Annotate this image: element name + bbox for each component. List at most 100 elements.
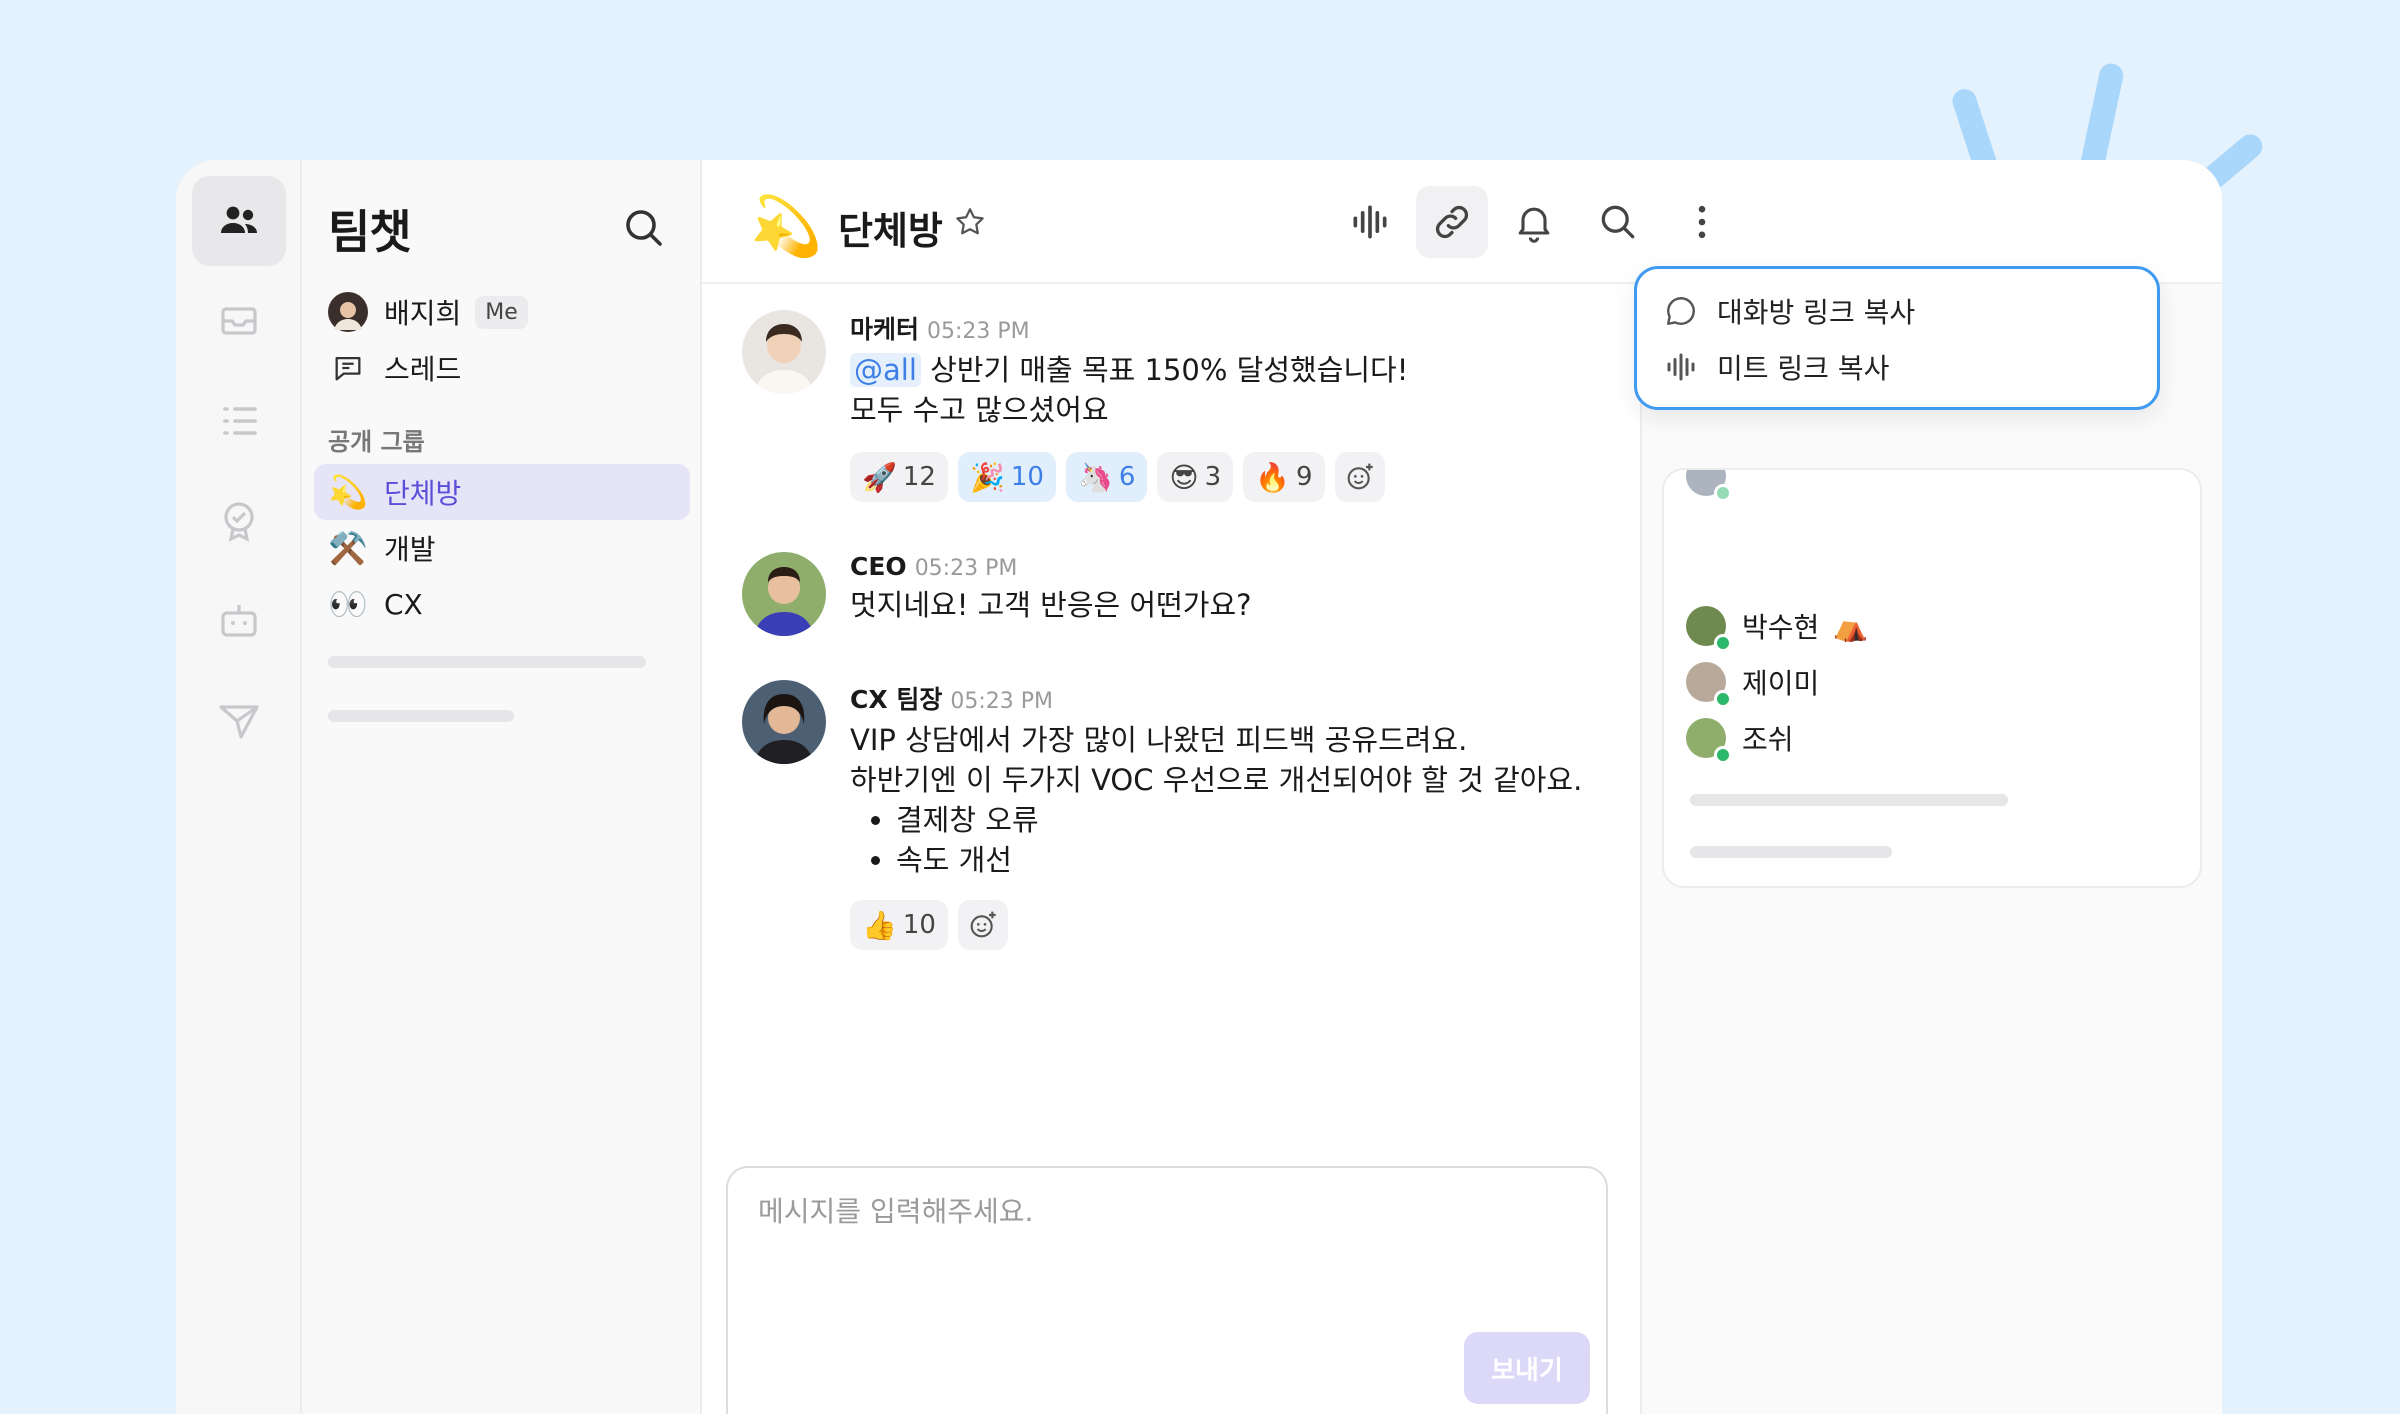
member-item-hidden[interactable]	[1686, 470, 1742, 502]
reaction-thumbs-up[interactable]: 👍 10	[850, 900, 948, 950]
message-time: 05:23 PM	[927, 319, 1030, 344]
people-icon	[221, 206, 257, 233]
list-item: 속도 개선	[896, 840, 1650, 880]
sidebar-item-channel-cx[interactable]: 👀 CX	[314, 576, 690, 632]
nav-rail	[176, 160, 302, 1414]
online-status-dot	[1714, 690, 1732, 708]
send-button[interactable]: 보내기	[1464, 1332, 1590, 1404]
message-text: 하반기엔 이 두가지 VOC 우선으로 개선되어야 할 것 같아요.	[850, 763, 1583, 797]
sidebar-item-label: 단체방	[384, 477, 462, 510]
bullet-list: 결제창 오류 속도 개선	[896, 800, 1650, 880]
notification-button[interactable]	[1498, 186, 1570, 258]
message-item: CEO 05:23 PM 멋지네요! 고객 반응은 어떤가요?	[742, 552, 1642, 652]
message-input[interactable]	[758, 1190, 1558, 1310]
tent-icon: ⛺	[1833, 609, 1869, 643]
rail-bot-button[interactable]	[192, 576, 286, 666]
sidebar-item-label: 개발	[384, 533, 436, 566]
rail-approval-button[interactable]	[192, 476, 286, 566]
reaction-count: 10	[1010, 462, 1044, 492]
message-text: VIP 상담에서 가장 많이 나왔던 피드백 공유드려요.	[850, 723, 1468, 757]
message-author[interactable]: CEO	[850, 552, 907, 581]
reaction-count: 3	[1204, 462, 1222, 492]
reaction-bar: 👍 10	[850, 900, 1650, 950]
member-name: 박수현	[1742, 611, 1820, 644]
message-composer: 보내기	[726, 1166, 1608, 1414]
sidebar-item-me[interactable]: 배지희 Me	[314, 284, 690, 340]
message-text: 멋지네요! 고객 반응은 어떤가요?	[850, 588, 1252, 622]
reaction-sunglasses[interactable]: 😎 3	[1157, 452, 1234, 502]
chat-bubble-icon	[1667, 297, 1695, 325]
channel-title: 단체방	[838, 209, 943, 253]
link-copy-menu: 대화방 링크 복사 미트 링크 복사	[1634, 266, 2160, 410]
section-header: 공개 그룹	[328, 428, 425, 456]
reaction-party[interactable]: 🎉 10	[957, 452, 1056, 502]
avatar	[1686, 662, 1732, 708]
member-name: 조쉬	[1742, 723, 1794, 756]
dizzy-star-icon: 💫	[328, 473, 368, 511]
add-emoji-icon	[970, 911, 996, 938]
copy-meet-link-item[interactable]: 미트 링크 복사	[1663, 347, 1889, 387]
link-button[interactable]	[1416, 186, 1488, 258]
voice-icon	[1353, 205, 1387, 239]
search-icon	[1601, 205, 1635, 239]
skeleton-line	[1690, 846, 1892, 858]
copy-chat-link-item[interactable]: 대화방 링크 복사	[1663, 291, 1915, 331]
message-author[interactable]: 마케터	[850, 315, 919, 344]
search-button[interactable]	[1582, 186, 1654, 258]
sidebar-item-threads[interactable]: 스레드	[314, 340, 690, 396]
online-status-dot	[1714, 484, 1732, 502]
member-item[interactable]: 박수현 ⛺	[1686, 606, 1869, 652]
add-reaction-button[interactable]	[1334, 452, 1385, 502]
menu-item-label: 대화방 링크 복사	[1717, 296, 1916, 329]
message-item: 마케터 05:23 PM @all 상반기 매출 목표 150% 달성했습니다! …	[742, 310, 1642, 520]
message-text: 모두 수고 많으셨어요	[850, 393, 1109, 427]
rail-inbox-button[interactable]	[192, 276, 286, 366]
member-item[interactable]: 제이미	[1686, 662, 1819, 708]
message-author[interactable]: CX 팀장	[850, 685, 942, 714]
reaction-count: 12	[902, 462, 936, 492]
reaction-unicorn[interactable]: 🦄 6	[1065, 452, 1148, 502]
online-status-dot	[1714, 634, 1732, 652]
rocket-icon: 🚀	[862, 460, 897, 494]
channel-emoji: 💫	[750, 192, 823, 260]
party-popper-icon: 🎉	[969, 460, 1005, 494]
bell-icon	[1518, 207, 1550, 243]
skeleton-line	[328, 656, 646, 668]
voice-button[interactable]	[1334, 186, 1406, 258]
member-item[interactable]: 조쉬	[1686, 718, 1794, 764]
rail-list-button[interactable]	[192, 376, 286, 466]
reaction-bar: 🚀 12 🎉 10 🦄 6 😎 3 🔥 9	[850, 452, 1650, 502]
voice-icon	[1667, 353, 1695, 381]
avatar	[328, 292, 368, 332]
badge-check-icon	[224, 502, 254, 542]
reaction-count: 9	[1295, 462, 1313, 492]
avatar	[1686, 606, 1732, 652]
sidebar-item-channel-dev[interactable]: ⚒️ 개발	[314, 520, 690, 576]
message-text: 상반기 매출 목표 150% 달성했습니다!	[920, 353, 1409, 387]
avatar	[742, 680, 826, 764]
avatar	[742, 310, 826, 394]
channel-sidebar: 팀챗 배지희 Me 스레드 공개 그룹 💫 단체방 ⚒️ 개발 👀 CX	[302, 160, 702, 1414]
skeleton-line	[328, 710, 514, 722]
eyes-icon: 👀	[328, 585, 368, 623]
paper-plane-icon	[219, 705, 259, 739]
message-time: 05:23 PM	[950, 689, 1053, 714]
avatar	[1686, 718, 1732, 764]
members-card: 박수현 ⛺ 제이미 조쉬	[1662, 468, 2202, 888]
search-icon[interactable]	[620, 204, 668, 252]
bot-icon	[221, 605, 257, 637]
me-badge: Me	[475, 295, 528, 329]
sidebar-item-channel-group[interactable]: 💫 단체방	[314, 464, 690, 520]
rail-send-button[interactable]	[192, 676, 286, 766]
avatar	[742, 552, 826, 636]
reaction-fire[interactable]: 🔥 9	[1243, 452, 1325, 502]
reaction-rocket[interactable]: 🚀 12	[850, 452, 948, 502]
add-reaction-button[interactable]	[957, 900, 1008, 950]
mention-all[interactable]: @all	[850, 353, 921, 387]
sidebar-item-label: 배지희	[384, 297, 462, 330]
rail-teamchat-button[interactable]	[192, 176, 286, 266]
message-time: 05:23 PM	[914, 556, 1018, 581]
more-button[interactable]	[1666, 186, 1738, 258]
sunglasses-icon: 😎	[1169, 460, 1199, 494]
star-icon[interactable]	[952, 204, 988, 240]
